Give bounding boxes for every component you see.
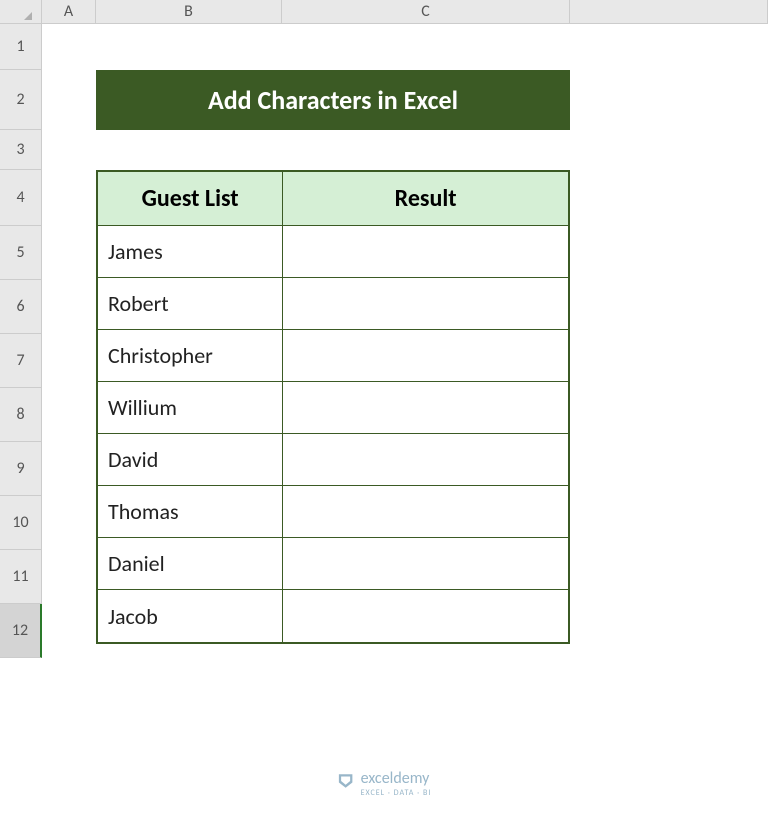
col-header-b[interactable]: B (96, 0, 282, 24)
cell-result[interactable] (283, 486, 568, 538)
col-header-c[interactable]: C (282, 0, 570, 24)
row-header-7[interactable]: 7 (0, 334, 42, 388)
row-header-1[interactable]: 1 (0, 24, 42, 70)
row-header-3[interactable]: 3 (0, 130, 42, 170)
data-table: Guest List Result James Robert Christoph… (96, 170, 570, 644)
table-row: Willium (98, 382, 568, 434)
cell-guest[interactable]: Daniel (98, 538, 283, 590)
table-row: Daniel (98, 538, 568, 590)
cell-guest[interactable]: David (98, 434, 283, 486)
logo-icon (337, 772, 355, 795)
row-headers: 1 2 3 4 5 6 7 8 9 10 11 12 (0, 24, 42, 658)
cell-result[interactable] (283, 226, 568, 278)
row-header-2[interactable]: 2 (0, 70, 42, 130)
cell-guest[interactable]: Jacob (98, 590, 283, 642)
cell-result[interactable] (283, 434, 568, 486)
spreadsheet-grid: A B C 1 2 3 4 5 6 7 8 9 10 11 12 Add Cha… (0, 0, 768, 658)
table-row: Christopher (98, 330, 568, 382)
table-header-row: Guest List Result (98, 172, 568, 226)
cell-result[interactable] (283, 278, 568, 330)
row-header-9[interactable]: 9 (0, 442, 42, 496)
cell-result[interactable] (283, 382, 568, 434)
col-header-a[interactable]: A (42, 0, 96, 24)
row-header-11[interactable]: 11 (0, 550, 42, 604)
cell-result[interactable] (283, 590, 568, 642)
watermark-name: exceldemy (361, 769, 430, 788)
table-row: Robert (98, 278, 568, 330)
row-header-8[interactable]: 8 (0, 388, 42, 442)
col-header-rest (570, 0, 768, 24)
column-headers: A B C (0, 0, 768, 24)
row-header-6[interactable]: 6 (0, 280, 42, 334)
row-header-4[interactable]: 4 (0, 170, 42, 226)
cells-area[interactable]: Add Characters in Excel Guest List Resul… (42, 24, 768, 658)
title-text: Add Characters in Excel (208, 84, 458, 116)
cell-guest[interactable]: Willium (98, 382, 283, 434)
header-guest-list[interactable]: Guest List (98, 172, 283, 226)
header-result[interactable]: Result (283, 172, 568, 226)
row-header-5[interactable]: 5 (0, 226, 42, 280)
table-row: Thomas (98, 486, 568, 538)
title-banner: Add Characters in Excel (96, 70, 570, 130)
row-header-12[interactable]: 12 (0, 604, 42, 658)
watermark: exceldemy EXCEL · DATA · BI (337, 769, 432, 798)
table-row: Jacob (98, 590, 568, 642)
cell-guest[interactable]: Thomas (98, 486, 283, 538)
cell-guest[interactable]: Christopher (98, 330, 283, 382)
table-row: David (98, 434, 568, 486)
cell-result[interactable] (283, 538, 568, 590)
table-row: James (98, 226, 568, 278)
select-all-corner[interactable] (0, 0, 42, 24)
cell-guest[interactable]: James (98, 226, 283, 278)
watermark-tagline: EXCEL · DATA · BI (361, 788, 432, 798)
row-header-10[interactable]: 10 (0, 496, 42, 550)
cell-result[interactable] (283, 330, 568, 382)
cell-guest[interactable]: Robert (98, 278, 283, 330)
